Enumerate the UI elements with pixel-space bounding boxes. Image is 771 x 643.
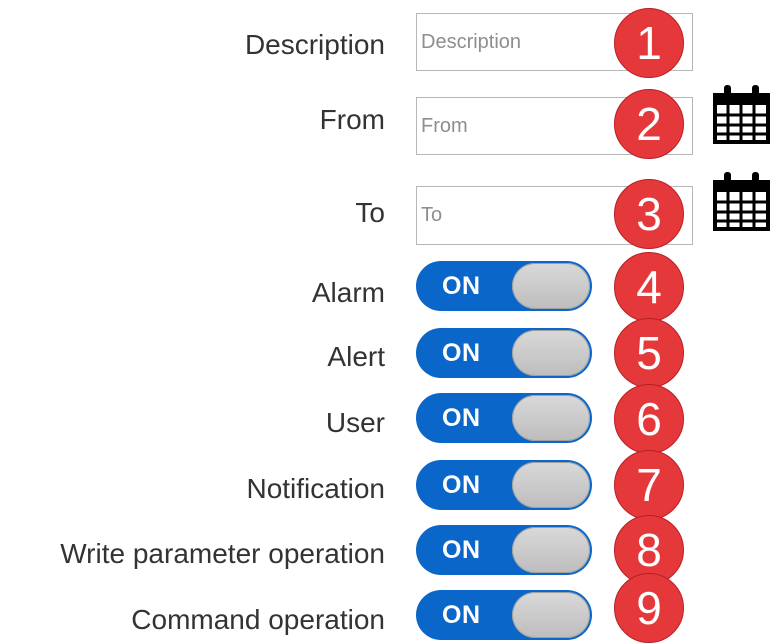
toggle-on-text: ON (442, 404, 481, 432)
toggle-on-text: ON (442, 339, 481, 367)
toggle-knob (512, 592, 590, 638)
toggle-on-text: ON (442, 536, 481, 564)
toggle-knob (512, 330, 590, 376)
notification-toggle[interactable]: ON (416, 460, 592, 510)
write-parameter-operation-toggle[interactable]: ON (416, 525, 592, 575)
toggle-knob (512, 395, 590, 441)
callout-badge-1: 1 (614, 8, 684, 78)
write-parameter-operation-label: Write parameter operation (60, 538, 385, 569)
callout-badge-3: 3 (614, 179, 684, 249)
alarm-toggle[interactable]: ON (416, 261, 592, 311)
toggle-knob (512, 263, 590, 309)
alert-label: Alert (327, 341, 385, 372)
description-label: Description (244, 29, 385, 60)
alert-toggle[interactable]: ON (416, 328, 592, 378)
notification-label: Notification (246, 473, 385, 504)
from-label: From (319, 104, 385, 135)
toggle-knob (512, 462, 590, 508)
callout-badge-7: 7 (614, 450, 684, 520)
toggle-knob (512, 527, 590, 573)
toggle-on-text: ON (442, 272, 481, 300)
user-label: User (325, 407, 385, 438)
calendar-icon[interactable] (712, 83, 771, 145)
user-toggle[interactable]: ON (416, 393, 592, 443)
command-operation-label: Command operation (131, 604, 385, 635)
callout-badge-6: 6 (614, 384, 684, 454)
command-operation-toggle[interactable]: ON (416, 590, 592, 640)
toggle-on-text: ON (442, 601, 481, 629)
to-label: To (355, 197, 385, 228)
calendar-icon[interactable] (712, 170, 771, 232)
callout-badge-4: 4 (614, 252, 684, 322)
callout-badge-5: 5 (614, 318, 684, 388)
callout-badge-2: 2 (614, 89, 684, 159)
alarm-label: Alarm (311, 277, 385, 308)
toggle-on-text: ON (442, 471, 481, 499)
callout-badge-9: 9 (614, 573, 684, 643)
